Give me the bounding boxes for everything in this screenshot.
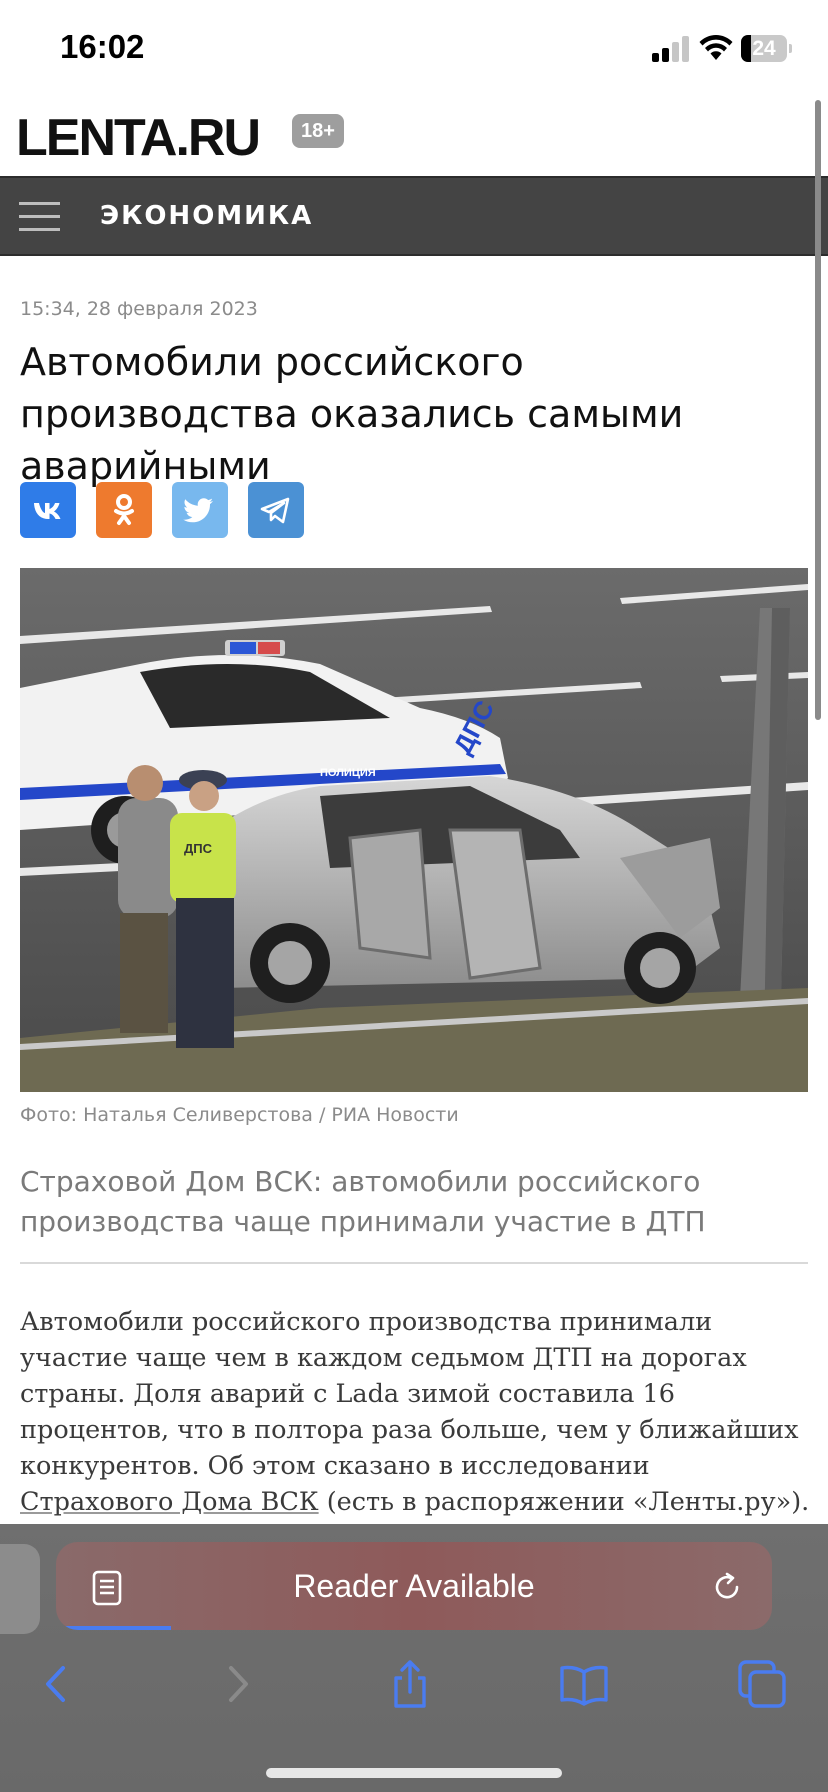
telegram-icon [260, 497, 290, 524]
menu-icon[interactable] [19, 202, 60, 232]
status-bar: 16:02 24 [0, 0, 828, 100]
article-lead: Страховой Дом ВСК: автомобили российског… [20, 1165, 706, 1238]
battery-icon: 24 [741, 35, 792, 62]
tabs-icon[interactable] [732, 1654, 792, 1714]
body-text-part2: (есть в распоряжении «Ленты.ру»). [318, 1487, 810, 1517]
site-header: LENTA.RU 18+ [0, 100, 828, 176]
age-rating-badge: 18+ [292, 114, 344, 148]
accident-scene-image: ПОЛИЦИЯ ДПС ДПС [20, 568, 808, 1092]
share-ok-button[interactable] [96, 482, 152, 538]
page-load-progress [56, 1626, 171, 1630]
previous-tab-peek[interactable] [0, 1544, 40, 1634]
vest-label: ДПС [184, 841, 213, 856]
source-link[interactable]: Страхового Дома ВСК [20, 1487, 319, 1517]
ok-icon [114, 494, 134, 525]
share-telegram-button[interactable] [248, 482, 304, 538]
address-bar-text: Reader Available [293, 1568, 535, 1604]
share-vk-button[interactable] [20, 482, 76, 538]
site-logo[interactable]: LENTA.RU [16, 110, 261, 166]
share-twitter-button[interactable] [172, 482, 228, 538]
battery-level: 24 [752, 37, 776, 60]
article-date: 15:34, 28 февраля 2023 [20, 298, 258, 320]
wifi-icon [699, 35, 733, 60]
twitter-icon [183, 498, 213, 523]
reload-icon[interactable] [710, 1570, 744, 1604]
section-nav-bar: ЭКОНОМИКА [0, 176, 828, 256]
police-stripe-label: ПОЛИЦИЯ [320, 767, 376, 779]
home-indicator[interactable] [266, 1768, 562, 1778]
article-body: Автомобили российского производства прин… [20, 1304, 810, 1520]
status-time: 16:02 [60, 28, 145, 65]
address-bar[interactable]: Reader Available [56, 1542, 772, 1630]
share-icon[interactable] [380, 1654, 440, 1714]
article-photo[interactable]: ПОЛИЦИЯ ДПС ДПС [20, 568, 808, 1092]
lead-divider [20, 1262, 808, 1264]
forward-icon[interactable] [206, 1654, 266, 1714]
browser-bottom-bar: Reader Available [0, 1524, 828, 1792]
body-text-part1: Автомобили российского производства прин… [20, 1307, 799, 1481]
vk-icon [34, 503, 61, 519]
photo-caption: Фото: Наталья Селиверстова / РИА Новости [20, 1104, 459, 1126]
bookmarks-icon[interactable] [554, 1654, 614, 1714]
back-icon[interactable] [28, 1654, 88, 1714]
page-scrollbar[interactable] [815, 100, 821, 720]
article-headline: Автомобили российского производства оказ… [20, 340, 684, 488]
section-title[interactable]: ЭКОНОМИКА [100, 178, 313, 254]
cellular-signal-icon [652, 36, 690, 62]
